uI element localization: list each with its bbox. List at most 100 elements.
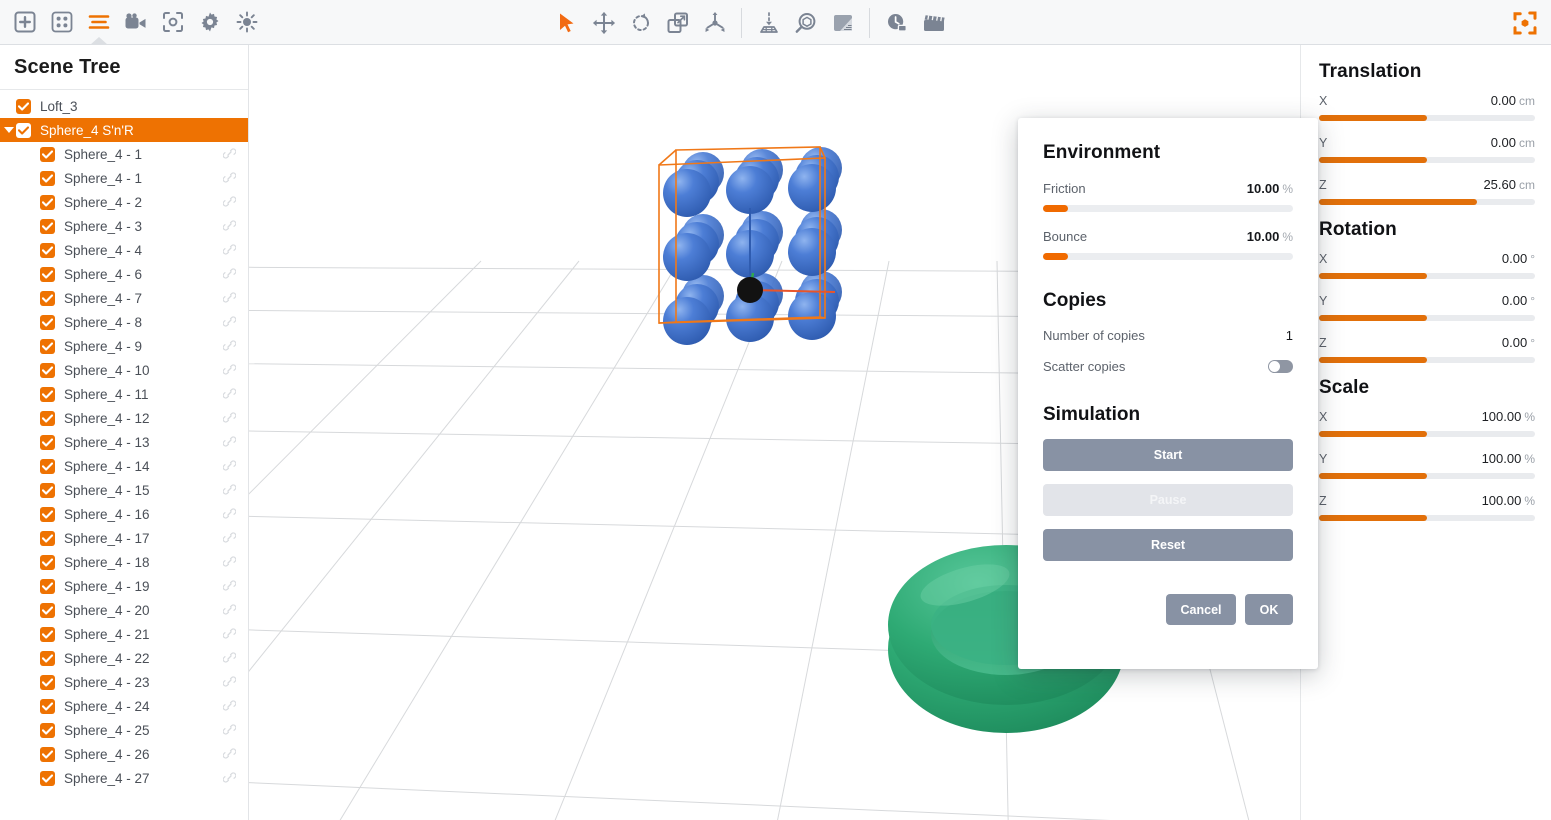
tree-item-27[interactable]: Sphere_4 - 26 [0,742,248,766]
scatter-icon[interactable] [696,0,733,45]
visibility-checkbox[interactable] [40,219,55,234]
visibility-checkbox[interactable] [40,699,55,714]
scatter-copies-toggle[interactable] [1268,360,1293,373]
tree-item-25[interactable]: Sphere_4 - 24 [0,694,248,718]
link-icon[interactable] [223,627,236,643]
visibility-checkbox[interactable] [40,603,55,618]
tree-item-1[interactable]: Sphere_4 S'n'R [0,118,248,142]
axis-slider[interactable] [1319,431,1535,437]
tree-item-20[interactable]: Sphere_4 - 19 [0,574,248,598]
tree-item-0[interactable]: Loft_3 [0,94,248,118]
visibility-checkbox[interactable] [40,171,55,186]
axis-slider[interactable] [1319,473,1535,479]
axis-value[interactable]: 0.00° [1502,251,1535,266]
axis-slider[interactable] [1319,273,1535,279]
axis-value[interactable]: 0.00° [1502,293,1535,308]
visibility-checkbox[interactable] [40,411,55,426]
axis-slider[interactable] [1319,315,1535,321]
tree-item-7[interactable]: Sphere_4 - 6 [0,262,248,286]
link-icon[interactable] [223,675,236,691]
link-icon[interactable] [223,171,236,187]
inspect-magnifier-icon[interactable] [787,0,824,45]
visibility-checkbox[interactable] [40,531,55,546]
focus-frame-icon[interactable] [154,0,191,45]
axis-value[interactable]: 100.00% [1482,409,1535,424]
tree-item-2[interactable]: Sphere_4 - 1 [0,142,248,166]
expand-caret[interactable] [2,127,16,133]
axis-value[interactable]: 0.00cm [1491,93,1535,108]
camera-icon[interactable] [117,0,154,45]
tree-item-28[interactable]: Sphere_4 - 27 [0,766,248,790]
visibility-checkbox[interactable] [40,459,55,474]
cancel-button[interactable]: Cancel [1166,594,1236,625]
axis-value[interactable]: 0.00° [1502,335,1535,350]
axis-value[interactable]: 100.00% [1482,451,1535,466]
add-object-icon[interactable] [6,0,43,45]
tree-item-22[interactable]: Sphere_4 - 21 [0,622,248,646]
link-icon[interactable] [223,555,236,571]
axis-slider[interactable] [1319,115,1535,121]
scene-tree-list[interactable]: Loft_3Sphere_4 S'n'RSphere_4 - 1Sphere_4… [0,90,248,820]
rotate-icon[interactable] [622,0,659,45]
link-icon[interactable] [223,219,236,235]
link-icon[interactable] [223,363,236,379]
tree-item-3[interactable]: Sphere_4 - 1 [0,166,248,190]
link-icon[interactable] [223,267,236,283]
move-icon[interactable] [585,0,622,45]
tree-item-10[interactable]: Sphere_4 - 9 [0,334,248,358]
link-icon[interactable] [223,243,236,259]
link-icon[interactable] [223,723,236,739]
tree-item-23[interactable]: Sphere_4 - 22 [0,646,248,670]
visibility-checkbox[interactable] [40,675,55,690]
axis-value[interactable]: 100.00% [1482,493,1535,508]
tree-item-12[interactable]: Sphere_4 - 11 [0,382,248,406]
gear-icon[interactable] [191,0,228,45]
visibility-checkbox[interactable] [40,291,55,306]
link-icon[interactable] [223,651,236,667]
link-icon[interactable] [223,699,236,715]
visibility-checkbox[interactable] [40,195,55,210]
number-of-copies-row[interactable]: Number of copies 1 [1043,328,1293,343]
axis-slider[interactable] [1319,357,1535,363]
visibility-checkbox[interactable] [40,579,55,594]
tree-item-5[interactable]: Sphere_4 - 3 [0,214,248,238]
tree-item-16[interactable]: Sphere_4 - 15 [0,478,248,502]
tree-item-6[interactable]: Sphere_4 - 4 [0,238,248,262]
link-icon[interactable] [223,531,236,547]
fit-to-view-icon[interactable] [1506,0,1543,45]
visibility-checkbox[interactable] [40,387,55,402]
drop-to-floor-icon[interactable] [750,0,787,45]
axis-value[interactable]: 25.60cm [1483,177,1535,192]
visibility-checkbox[interactable] [40,267,55,282]
tree-item-14[interactable]: Sphere_4 - 13 [0,430,248,454]
visibility-checkbox[interactable] [40,723,55,738]
tree-item-9[interactable]: Sphere_4 - 8 [0,310,248,334]
link-icon[interactable] [223,291,236,307]
axis-value[interactable]: 0.00cm [1491,135,1535,150]
link-icon[interactable] [223,603,236,619]
visibility-checkbox[interactable] [16,123,31,138]
visibility-checkbox[interactable] [16,99,31,114]
visibility-checkbox[interactable] [40,771,55,786]
visibility-checkbox[interactable] [40,627,55,642]
tree-item-17[interactable]: Sphere_4 - 16 [0,502,248,526]
grid-objects-icon[interactable] [43,0,80,45]
link-icon[interactable] [223,579,236,595]
start-button[interactable]: Start [1043,439,1293,471]
bounce-slider[interactable] [1043,253,1293,260]
link-icon[interactable] [223,771,236,787]
scale-icon[interactable] [659,0,696,45]
tree-item-26[interactable]: Sphere_4 - 25 [0,718,248,742]
tree-item-15[interactable]: Sphere_4 - 14 [0,454,248,478]
visibility-checkbox[interactable] [40,507,55,522]
visibility-checkbox[interactable] [40,651,55,666]
friction-slider[interactable] [1043,205,1293,212]
visibility-checkbox[interactable] [40,315,55,330]
visibility-checkbox[interactable] [40,555,55,570]
visibility-checkbox[interactable] [40,483,55,498]
link-icon[interactable] [223,195,236,211]
visibility-checkbox[interactable] [40,147,55,162]
tree-item-24[interactable]: Sphere_4 - 23 [0,670,248,694]
link-icon[interactable] [223,387,236,403]
link-icon[interactable] [223,147,236,163]
